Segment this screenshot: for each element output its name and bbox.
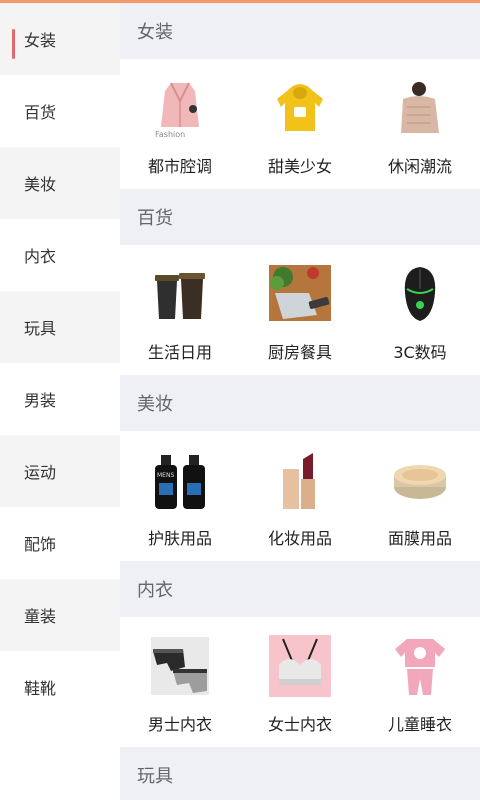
- cream-jar-icon: [389, 449, 451, 511]
- sidebar-item-label: 鞋靴: [24, 679, 57, 698]
- subcategory-item[interactable]: 男士内衣: [120, 617, 240, 747]
- pump-bottles-icon: MENS: [149, 449, 211, 511]
- subcategory-label: 男士内衣: [147, 715, 212, 734]
- sidebar-item-label: 运动: [24, 463, 57, 482]
- subcategory-item[interactable]: 生活日用: [120, 245, 240, 375]
- section-header: 美妆: [120, 375, 480, 431]
- subcategory-label: 甜美少女: [267, 157, 332, 176]
- sidebar-item-women[interactable]: 女装: [0, 3, 120, 75]
- subcategory-item[interactable]: 3C数码: [360, 245, 480, 375]
- subcategory-label: 护肤用品: [147, 529, 212, 548]
- category-content[interactable]: 女装 Fashion 都市腔调 甜美少女 休闲潮流 百货 生活日用 厨房餐具 3…: [120, 3, 480, 800]
- section-title: 美妆: [137, 394, 173, 415]
- subcategory-item[interactable]: 儿童睡衣: [360, 617, 480, 747]
- sidebar-item-label: 内衣: [24, 247, 57, 266]
- active-indicator: [12, 29, 15, 59]
- sidebar-item-general-merchandise[interactable]: 百货: [0, 75, 120, 147]
- sidebar-item-label: 美妆: [24, 175, 57, 194]
- section-grid: MENS 护肤用品 化妆用品 面膜用品: [120, 431, 480, 561]
- subcategory-item[interactable]: Fashion 都市腔调: [120, 59, 240, 189]
- bra-icon: [269, 635, 331, 697]
- lipstick-icon: [269, 449, 331, 511]
- section-title: 内衣: [137, 580, 173, 601]
- gaming-mouse-icon: [389, 263, 451, 325]
- section-title: 玩具: [137, 766, 173, 787]
- subcategory-item[interactable]: 女士内衣: [240, 617, 360, 747]
- subcategory-item[interactable]: MENS 护肤用品: [120, 431, 240, 561]
- section-grid: Fashion 都市腔调 甜美少女 休闲潮流: [120, 59, 480, 189]
- svg-text:MENS: MENS: [157, 472, 174, 479]
- kids-pajamas-icon: [389, 635, 451, 697]
- category-screen: 女装 百货 美妆 内衣 玩具 男装 运动 配饰 童装 鞋靴 女装 Fashion…: [0, 0, 480, 800]
- sidebar-item-label: 男装: [24, 391, 57, 410]
- section-header: 女装: [120, 3, 480, 59]
- subcategory-item[interactable]: 休闲潮流: [360, 59, 480, 189]
- subcategory-label: 休闲潮流: [387, 157, 452, 176]
- knit-sweater-icon: [389, 77, 451, 139]
- sidebar-item-underwear[interactable]: 内衣: [0, 219, 120, 291]
- section-header: 百货: [120, 189, 480, 245]
- sidebar-item-men[interactable]: 男装: [0, 363, 120, 435]
- subcategory-label: 面膜用品: [387, 529, 452, 548]
- svg-text:Fashion: Fashion: [155, 130, 185, 139]
- sidebar-item-label: 童装: [24, 607, 57, 626]
- category-sidebar[interactable]: 女装 百货 美妆 内衣 玩具 男装 运动 配饰 童装 鞋靴: [0, 3, 120, 800]
- subcategory-label: 3C数码: [393, 343, 447, 362]
- section-title: 百货: [137, 208, 173, 229]
- section-header: 内衣: [120, 561, 480, 617]
- sidebar-item-label: 百货: [24, 103, 57, 122]
- sidebar-item-shoes[interactable]: 鞋靴: [0, 651, 120, 723]
- sidebar-item-label: 玩具: [24, 319, 57, 338]
- subcategory-label: 女士内衣: [267, 715, 332, 734]
- subcategory-label: 都市腔调: [147, 157, 212, 176]
- section-title: 女装: [137, 22, 173, 43]
- trash-bins-icon: [149, 263, 211, 325]
- cleaver-knife-icon: [269, 263, 331, 325]
- sidebar-item-beauty[interactable]: 美妆: [0, 147, 120, 219]
- sidebar-item-sports[interactable]: 运动: [0, 435, 120, 507]
- sidebar-item-accessories[interactable]: 配饰: [0, 507, 120, 579]
- subcategory-label: 厨房餐具: [267, 343, 332, 362]
- subcategory-label: 生活日用: [147, 343, 212, 362]
- subcategory-label: 化妆用品: [267, 529, 332, 548]
- subcategory-item[interactable]: 甜美少女: [240, 59, 360, 189]
- subcategory-item[interactable]: 化妆用品: [240, 431, 360, 561]
- sidebar-item-kids[interactable]: 童装: [0, 579, 120, 651]
- sidebar-item-label: 女装: [24, 31, 57, 50]
- subcategory-item[interactable]: 厨房餐具: [240, 245, 360, 375]
- mens-underwear-icon: [149, 635, 211, 697]
- section-header: 玩具: [120, 747, 480, 800]
- sidebar-item-label: 配饰: [24, 535, 57, 554]
- sidebar-item-toys[interactable]: 玩具: [0, 291, 120, 363]
- subcategory-label: 儿童睡衣: [387, 715, 452, 734]
- yellow-hoodie-icon: [269, 77, 331, 139]
- subcategory-item[interactable]: 面膜用品: [360, 431, 480, 561]
- pink-coat-icon: Fashion: [149, 77, 211, 139]
- section-grid: 男士内衣 女士内衣 儿童睡衣: [120, 617, 480, 747]
- section-grid: 生活日用 厨房餐具 3C数码: [120, 245, 480, 375]
